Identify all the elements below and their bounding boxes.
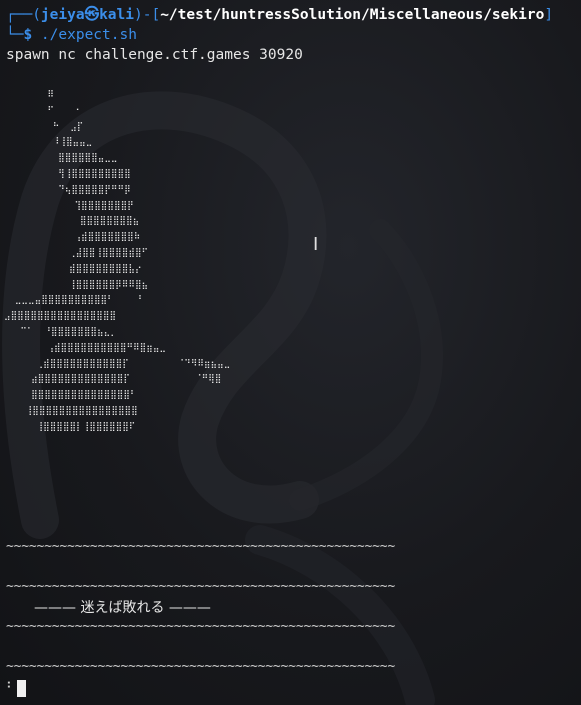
prompt-user: jeiya <box>40 7 85 23</box>
tilde-separator-4: ~~~~~~~~~~~~~~~~~~~~~~~~~~~~~~~~~~~~~~~~… <box>6 659 395 674</box>
input-line[interactable]: ⠃ <box>6 678 26 698</box>
prompt-mid: )-[ <box>134 7 161 23</box>
tilde-separator-1: ~~~~~~~~~~~~~~~~~~~~~~~~~~~~~~~~~~~~~~~~… <box>6 539 395 554</box>
input-prefix: ⠃ <box>6 680 16 696</box>
prompt-line-command: └─$ ./expect.sh <box>6 26 137 44</box>
prompt-at-symbol: ㉿ <box>84 7 100 23</box>
block-cursor[interactable] <box>16 679 26 697</box>
tilde-separator-3: ~~~~~~~~~~~~~~~~~~~~~~~~~~~~~~~~~~~~~~~~… <box>6 619 395 634</box>
spawn-output: spawn nc challenge.ctf.games 30920 <box>6 47 303 63</box>
prompt-close: ] <box>544 7 554 23</box>
ascii-art-sekiro: ⠿ ⠋ ⠂ ⠓ ⣠⡏ ⠸⢸⣿⣤⣤⣀ ⣿⣿⣿⣿⣿⣿⣤⣀⣀ ⢻⢸⣿⣿⣿⣿⣿⣿⣿⣿⣿ … <box>4 90 231 432</box>
prompt-dollar: $ <box>23 27 33 43</box>
prompt-box-top: ┌──( <box>6 7 41 23</box>
prompt-host: kali <box>99 7 134 23</box>
terminal-window[interactable]: ┌──(jeiya㉿kali)-[~/test/huntressSolution… <box>0 0 581 705</box>
prompt-line-top: ┌──(jeiya㉿kali)-[~/test/huntressSolution… <box>6 6 553 24</box>
command-text: ./expect.sh <box>32 27 137 43</box>
prompt-box-bottom: └─ <box>6 27 24 43</box>
prompt-path: ~/test/huntressSolution/Miscellaneous/se… <box>160 7 545 23</box>
tilde-separator-2: ~~~~~~~~~~~~~~~~~~~~~~~~~~~~~~~~~~~~~~~~… <box>6 579 395 594</box>
japanese-banner: ——— 迷えば敗れる ——— <box>34 600 211 616</box>
text-cursor-ibeam-icon: Ⅰ <box>313 234 319 255</box>
